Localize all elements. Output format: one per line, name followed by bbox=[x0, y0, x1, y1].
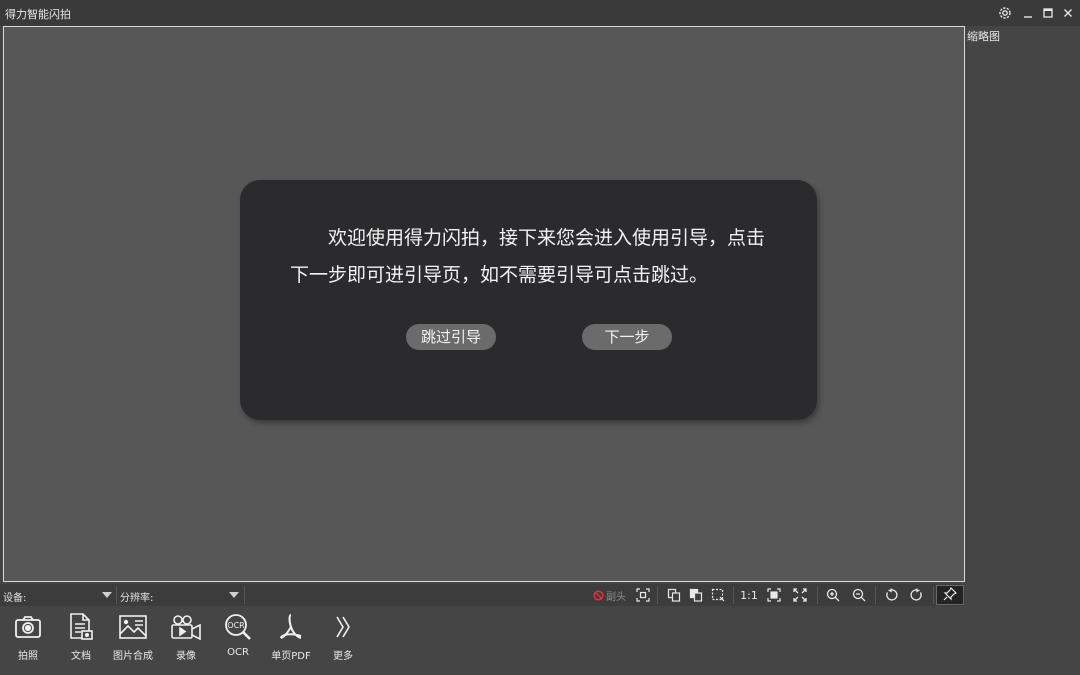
zoom-in-button[interactable] bbox=[823, 586, 843, 604]
actual-size-label: 1:1 bbox=[740, 588, 758, 602]
camera-icon bbox=[12, 612, 44, 642]
video-icon bbox=[170, 612, 202, 642]
more-label: 更多 bbox=[333, 651, 353, 662]
capture-button[interactable]: 拍照 bbox=[0, 606, 56, 668]
document-button[interactable]: 文档 bbox=[53, 606, 109, 668]
divider bbox=[733, 586, 734, 604]
resolution-label: 分辨率: bbox=[120, 593, 154, 604]
app-title: 得力智能闪拍 bbox=[5, 8, 71, 21]
next-step-button[interactable]: 下一步 bbox=[582, 324, 672, 350]
disabled-icon bbox=[593, 586, 604, 605]
image-compose-icon bbox=[117, 612, 149, 642]
zoom-out-button[interactable] bbox=[849, 586, 869, 604]
image-compose-label: 图片合成 bbox=[113, 651, 153, 662]
skip-guide-label: 跳过引导 bbox=[420, 327, 481, 346]
maximize-button[interactable] bbox=[1038, 3, 1058, 23]
rotate-right-button[interactable] bbox=[907, 586, 927, 604]
fullscreen-button[interactable] bbox=[790, 586, 810, 604]
chevron-down-icon bbox=[229, 592, 239, 598]
thumbnail-label: 缩略图 bbox=[967, 30, 1000, 43]
title-bar: 得力智能闪拍 bbox=[0, 0, 1080, 26]
divider bbox=[875, 586, 876, 604]
more-button[interactable]: 更多 bbox=[315, 606, 371, 668]
minimize-icon bbox=[1022, 7, 1034, 19]
image-compose-button[interactable]: 图片合成 bbox=[105, 606, 161, 668]
crop-auto-icon bbox=[636, 588, 650, 602]
fit-window-icon bbox=[767, 588, 781, 602]
select-area-icon bbox=[711, 588, 725, 602]
more-chevron-icon bbox=[327, 612, 359, 642]
guide-message: 欢迎使用得力闪拍，接下来您会进入使用引导，点击下一步即可进引导页，如不需要引导可… bbox=[290, 227, 766, 286]
fit-window-button[interactable] bbox=[764, 586, 784, 604]
auto-crop-button[interactable] bbox=[633, 586, 653, 604]
actual-size-button[interactable]: 1:1 bbox=[739, 586, 759, 604]
merge-button[interactable] bbox=[686, 586, 706, 604]
rotate-right-icon bbox=[910, 588, 924, 602]
pin-icon bbox=[943, 586, 958, 605]
minimize-button[interactable] bbox=[1018, 3, 1038, 23]
merge-icon bbox=[689, 588, 703, 602]
gear-icon bbox=[997, 5, 1013, 21]
device-bar: 设备: 分辨率: 副头 1:1 bbox=[0, 584, 965, 606]
fullscreen-icon bbox=[793, 588, 807, 602]
deskew-label: 副头 bbox=[606, 591, 626, 603]
zoom-in-icon bbox=[826, 588, 840, 602]
settings-button[interactable] bbox=[995, 3, 1015, 23]
divider bbox=[817, 586, 818, 604]
deskew-toggle[interactable]: 副头 bbox=[593, 586, 626, 605]
record-button[interactable]: 录像 bbox=[158, 606, 214, 668]
single-page-pdf-label: 单页PDF bbox=[271, 651, 311, 662]
divider bbox=[933, 586, 934, 604]
divider bbox=[657, 586, 658, 604]
rotate-left-icon bbox=[884, 588, 898, 602]
next-step-label: 下一步 bbox=[604, 327, 650, 346]
ocr-label: OCR bbox=[227, 647, 249, 658]
skip-guide-button[interactable]: 跳过引导 bbox=[406, 324, 496, 350]
record-label: 录像 bbox=[176, 651, 196, 662]
chevron-down-icon bbox=[102, 592, 112, 598]
copy-icon bbox=[667, 588, 681, 602]
document-icon bbox=[65, 612, 97, 642]
device-label: 设备: bbox=[3, 593, 27, 604]
ocr-icon: OCR bbox=[222, 612, 254, 642]
guide-dialog: 欢迎使用得力闪拍，接下来您会进入使用引导，点击下一步即可进引导页，如不需要引导可… bbox=[240, 180, 817, 420]
rotate-left-button[interactable] bbox=[881, 586, 901, 604]
pdf-icon bbox=[275, 612, 307, 642]
close-button[interactable] bbox=[1058, 3, 1078, 23]
ocr-button[interactable]: OCR OCR bbox=[210, 606, 266, 668]
select-area-button[interactable] bbox=[708, 586, 728, 604]
zoom-out-icon bbox=[852, 588, 866, 602]
copy-button[interactable] bbox=[664, 586, 684, 604]
document-label: 文档 bbox=[71, 651, 91, 662]
divider bbox=[244, 586, 245, 604]
single-page-pdf-button[interactable]: 单页PDF bbox=[263, 606, 319, 668]
resolution-select[interactable]: 分辨率: bbox=[117, 584, 244, 606]
capture-label: 拍照 bbox=[18, 651, 38, 662]
maximize-icon bbox=[1042, 7, 1054, 19]
device-select[interactable]: 设备: bbox=[0, 584, 116, 606]
svg-text:OCR: OCR bbox=[227, 621, 245, 630]
close-icon bbox=[1062, 7, 1074, 19]
bottom-toolbar: 拍照 文档 图片合成 录像 OCR OCR 单页PDF 更多 bbox=[0, 606, 1080, 675]
pin-button[interactable] bbox=[936, 585, 964, 605]
